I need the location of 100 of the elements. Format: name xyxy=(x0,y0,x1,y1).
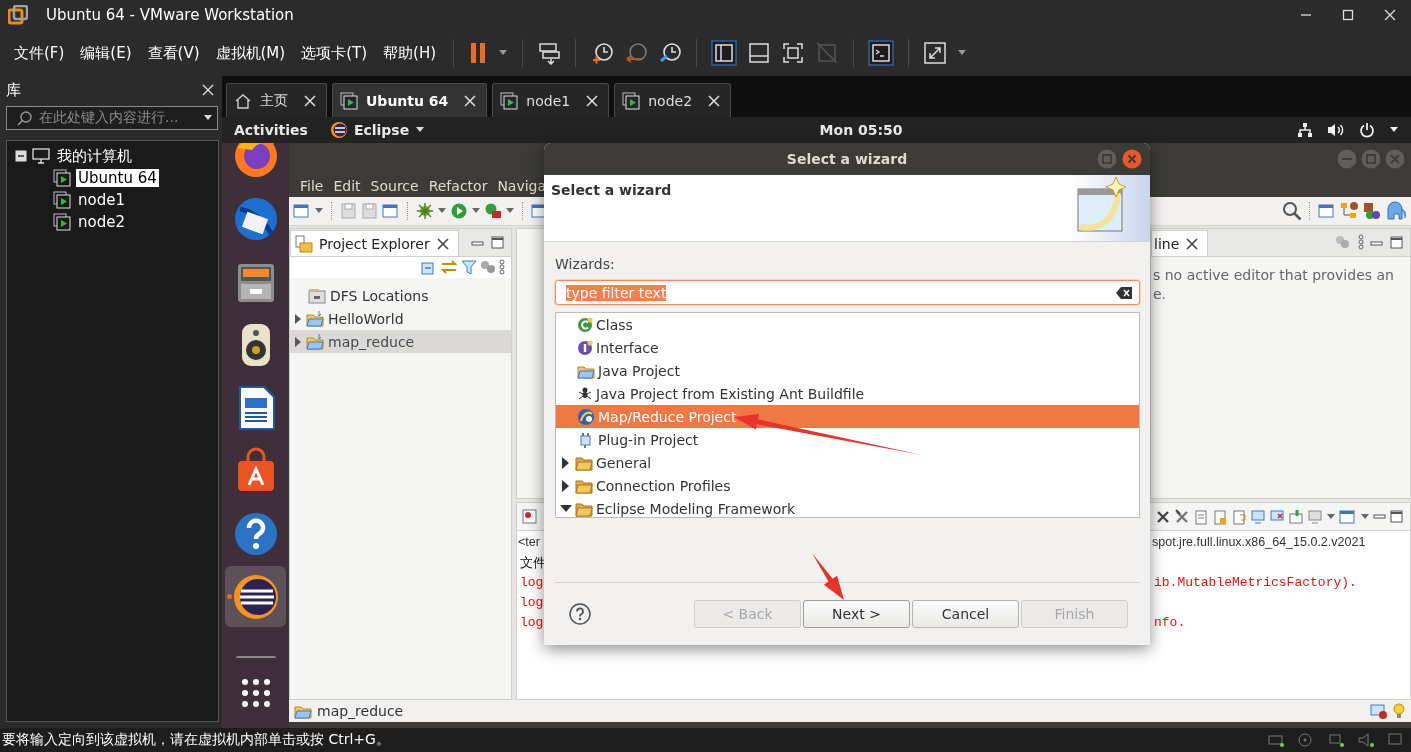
console-view-icon[interactable] xyxy=(868,40,894,66)
close-icon[interactable] xyxy=(435,236,450,251)
working-sets-icon[interactable] xyxy=(480,259,496,275)
maximize-icon[interactable] xyxy=(491,236,505,250)
wizard-item[interactable]: Connection Profiles xyxy=(556,474,1139,497)
maximize-icon[interactable] xyxy=(1390,236,1404,250)
tree-item[interactable]: node2 xyxy=(76,213,127,231)
snapshot-manager-icon[interactable] xyxy=(658,41,682,65)
close-icon[interactable] xyxy=(1185,236,1200,251)
tip-icon[interactable] xyxy=(1393,702,1405,720)
expand-icon[interactable] xyxy=(294,313,302,324)
dock-item[interactable] xyxy=(225,566,286,627)
sidebar-view-icon[interactable] xyxy=(711,40,737,66)
search-icon[interactable] xyxy=(1282,201,1302,221)
run-icon[interactable] xyxy=(450,202,468,220)
view-menu-icon[interactable] xyxy=(499,259,505,275)
fit-view-icon[interactable] xyxy=(781,41,805,65)
external-tools-icon[interactable] xyxy=(484,202,502,220)
search-icon xyxy=(17,110,33,126)
hierarchy-icon[interactable] xyxy=(1339,201,1359,221)
computer-icon xyxy=(32,147,50,165)
tab[interactable]: 主页 xyxy=(226,83,327,117)
link-icon[interactable] xyxy=(440,259,458,275)
activities-button[interactable]: Activities xyxy=(234,122,308,138)
collapse-all-icon[interactable] xyxy=(421,259,437,275)
wizard-item[interactable]: Java Project from Existing Ant Buildfile xyxy=(556,382,1139,405)
progress-icon[interactable] xyxy=(1370,702,1388,720)
menu-item[interactable]: 选项卡(T) xyxy=(293,39,376,67)
new-console-icon[interactable] xyxy=(1339,507,1357,526)
volume-icon[interactable] xyxy=(1327,122,1345,138)
wizard-item[interactable]: General xyxy=(556,451,1139,474)
new-icon[interactable] xyxy=(293,202,311,220)
console-line: log xyxy=(520,575,544,590)
word-wrap-icon[interactable] xyxy=(1231,508,1247,525)
expand-icon[interactable] xyxy=(294,336,302,347)
database-icon[interactable] xyxy=(1362,201,1382,221)
thumbnail-view-icon[interactable] xyxy=(747,41,771,65)
console-icon[interactable] xyxy=(521,507,539,526)
tree-item[interactable]: node1 xyxy=(76,191,127,209)
wizard-item[interactable]: Eclipse Modeling Framework xyxy=(556,497,1139,517)
snapshot-icon[interactable] xyxy=(590,41,614,65)
pin-icon[interactable] xyxy=(1288,508,1304,525)
clock: Mon 05:50 xyxy=(819,122,903,138)
expanded-icon[interactable] xyxy=(560,503,572,514)
wizard-item[interactable]: Class xyxy=(556,313,1139,336)
tree-item[interactable]: HelloWorld xyxy=(328,310,404,327)
full-screen-icon[interactable] xyxy=(923,41,947,65)
view-tab[interactable]: line xyxy=(1151,230,1209,256)
clear-icon[interactable] xyxy=(1115,285,1133,300)
tree-item[interactable]: DFS Locations xyxy=(330,287,429,304)
bug-icon[interactable] xyxy=(416,202,434,220)
app-menu[interactable]: Eclipse xyxy=(329,121,426,139)
help-icon[interactable] xyxy=(569,603,591,625)
apps-grid-icon[interactable] xyxy=(240,678,271,708)
cancel-button[interactable]: Cancel xyxy=(912,600,1019,628)
filter-icon[interactable] xyxy=(461,259,477,275)
remove-all-icon[interactable] xyxy=(1174,508,1190,525)
network-icon[interactable] xyxy=(1297,122,1313,138)
tab[interactable]: node2 xyxy=(614,83,732,117)
wizard-item[interactable]: Interface xyxy=(556,336,1139,359)
power-icon[interactable] xyxy=(1359,122,1375,138)
revert-snapshot-icon[interactable] xyxy=(624,41,648,65)
folder-icon xyxy=(575,454,593,471)
wizard-item[interactable]: Java Project xyxy=(556,359,1139,382)
console-header-text: spot.jre.full.linux.x86_64_15.0.2.v2021 xyxy=(1152,535,1366,549)
tree-item[interactable]: Ubuntu 64 xyxy=(76,169,159,187)
remove-icon[interactable] xyxy=(1155,508,1171,525)
terminal-icon[interactable] xyxy=(382,202,400,220)
tree-item[interactable]: 我的计算机 xyxy=(55,146,134,166)
open-perspective-icon[interactable] xyxy=(1318,202,1336,220)
send-keys-icon[interactable] xyxy=(537,41,561,65)
elephant-icon[interactable] xyxy=(1385,201,1407,221)
menu-item[interactable]: 查看(V) xyxy=(139,39,208,67)
console-header-text: <ter xyxy=(518,535,540,549)
pause-icon[interactable] xyxy=(468,41,488,65)
menu-item[interactable]: Edit xyxy=(328,178,366,194)
maximize-icon[interactable] xyxy=(1390,509,1404,524)
console-line: ib.MutableMetricsFactory). xyxy=(1154,575,1357,590)
window-title: Ubuntu 64 - VMware Workstation xyxy=(46,6,295,24)
wizard-item[interactable]: Plug-in Project xyxy=(556,428,1139,451)
field-label: Wizards: xyxy=(555,256,616,274)
tab[interactable]: Ubuntu 64 xyxy=(332,83,488,117)
menu-item[interactable]: Source xyxy=(365,178,424,194)
next-button[interactable]: Next > xyxy=(803,600,910,628)
tab[interactable]: node1 xyxy=(492,83,610,117)
menu-item[interactable]: 文件(F) xyxy=(6,39,73,67)
collapse-icon[interactable] xyxy=(15,150,27,162)
view-menu-icon[interactable] xyxy=(1358,234,1364,250)
console-line: log xyxy=(520,615,544,630)
menu-item[interactable]: 虚拟机(M) xyxy=(207,39,294,67)
home-icon xyxy=(234,91,252,110)
console-line: log xyxy=(520,595,544,610)
menu-item[interactable]: Refactor xyxy=(423,178,493,194)
menu-item[interactable]: 编辑(E) xyxy=(72,39,140,67)
disc-icon xyxy=(1297,732,1315,748)
menu-item[interactable]: File xyxy=(295,178,329,194)
search-field[interactable]: 在此处键入内容进行... xyxy=(6,106,218,130)
view-tab[interactable]: Project Explorer xyxy=(290,230,459,256)
running-indicator xyxy=(227,594,232,599)
menu-item[interactable]: 帮助(H) xyxy=(375,39,444,67)
